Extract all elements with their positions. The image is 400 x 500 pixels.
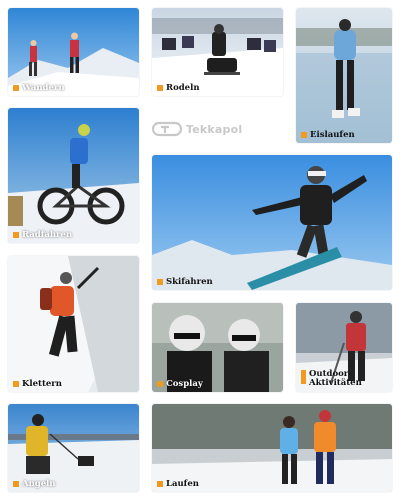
tile-label: Outdoor- Aktivitäten — [301, 370, 362, 388]
snowboarding-photo — [152, 155, 392, 290]
tile-wandern[interactable]: Wandern — [8, 8, 139, 96]
tile-label-text: Cosplay — [166, 378, 203, 389]
label-square-icon — [13, 84, 19, 91]
tile-label-text: Radfahren — [22, 229, 73, 240]
tile-eislaufen[interactable]: Eislaufen — [296, 8, 392, 143]
tile-label-text: Wandern — [22, 82, 65, 93]
tile-laufen[interactable]: Laufen — [152, 404, 392, 492]
label-square-icon — [157, 84, 163, 91]
label-square-icon — [13, 480, 19, 487]
label-square-icon — [301, 370, 306, 385]
tile-label: Cosplay — [157, 378, 203, 389]
tile-skifahren[interactable]: Skifahren — [152, 155, 392, 290]
label-square-icon — [157, 278, 163, 285]
tile-label: Angeln — [13, 478, 56, 489]
tile-rodeln[interactable]: Rodeln — [152, 8, 283, 96]
tile-label-text: Rodeln — [166, 82, 200, 93]
cycling-photo — [8, 108, 139, 243]
tile-label: Eislaufen — [301, 129, 355, 140]
tile-label: Wandern — [13, 82, 65, 93]
tile-outdoor-aktivitaeten[interactable]: Outdoor- Aktivitäten — [296, 303, 392, 392]
tile-label: Rodeln — [157, 82, 200, 93]
tile-klettern[interactable]: Klettern — [8, 256, 139, 392]
tile-angeln[interactable]: Angeln — [8, 404, 139, 492]
tile-label-text: Laufen — [166, 478, 199, 489]
tile-label: Klettern — [13, 378, 62, 389]
tile-label: Skifahren — [157, 276, 213, 287]
tekkapol-logo-icon — [152, 121, 182, 137]
label-square-icon — [157, 480, 163, 487]
label-square-icon — [301, 131, 307, 138]
tile-label-text: Eislaufen — [310, 129, 355, 140]
climbing-photo — [8, 256, 139, 392]
tile-label-text: Skifahren — [166, 276, 213, 287]
tile-label-text: Outdoor- Aktivitäten — [309, 369, 362, 389]
tile-radfahren[interactable]: Radfahren — [8, 108, 139, 243]
brand-logo: Tekkapol — [152, 120, 262, 138]
tile-cosplay[interactable]: Cosplay — [152, 303, 283, 392]
tile-label-text: Angeln — [22, 478, 56, 489]
ice-skating-photo — [296, 8, 392, 143]
label-square-icon — [13, 380, 19, 387]
label-square-icon — [13, 231, 19, 238]
tile-label: Radfahren — [13, 229, 73, 240]
tile-label: Laufen — [157, 478, 199, 489]
tile-label-text: Klettern — [22, 378, 62, 389]
brand-name: Tekkapol — [186, 122, 243, 136]
label-square-icon — [157, 380, 163, 387]
